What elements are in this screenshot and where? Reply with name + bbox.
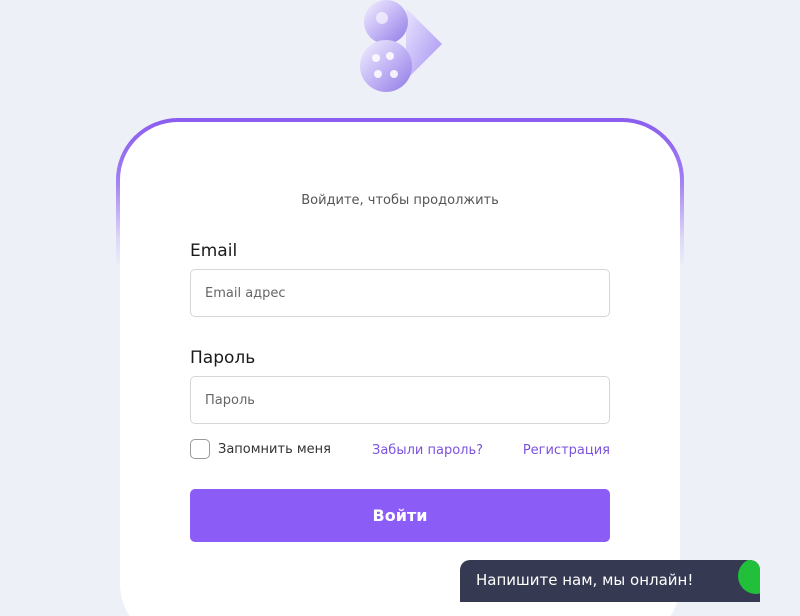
remember-me[interactable]: Запомнить меня [190,439,331,459]
login-button[interactable]: Войти [190,489,610,542]
password-label: Пароль [190,348,256,368]
remember-label: Запомнить меня [218,441,332,457]
chat-widget[interactable]: Напишите нам, мы онлайн! [460,560,760,602]
email-input[interactable] [190,269,610,317]
remember-checkbox[interactable] [190,439,210,459]
logo [360,0,442,92]
email-label: Email [190,241,238,261]
forgot-password-link[interactable]: Забыли пароль? [372,443,483,458]
page-subtitle: Войдите, чтобы продолжить [301,193,499,208]
chat-label: Напишите нам, мы онлайн! [476,571,694,589]
online-status-icon [738,560,760,594]
register-link[interactable]: Регистрация [523,443,610,458]
password-input[interactable] [190,376,610,424]
login-page: Войдите, чтобы продолжить Email Пароль З… [0,0,800,616]
